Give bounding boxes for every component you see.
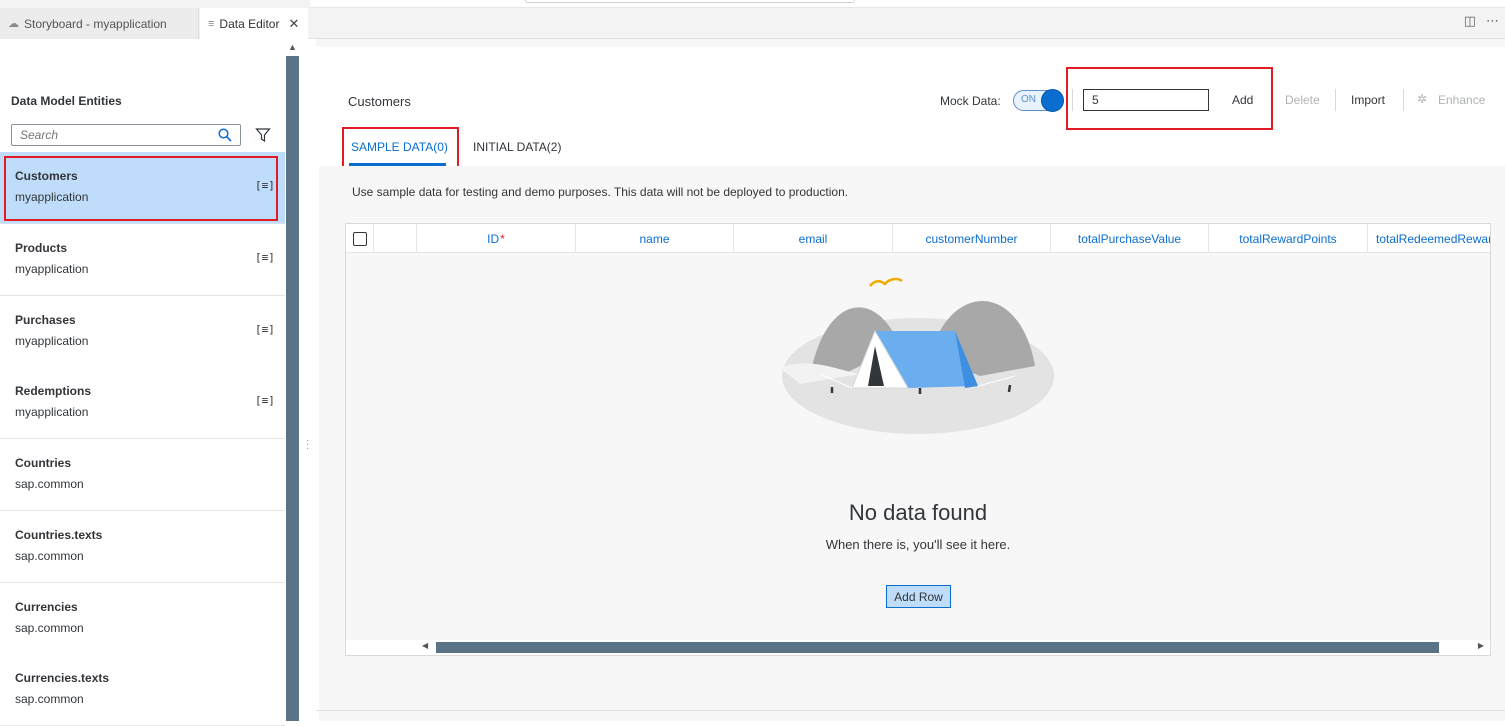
entity-name: Currencies.texts <box>15 671 110 685</box>
entity-title: Customers <box>348 94 411 109</box>
entity-item-countries[interactable]: Countries sap.common <box>0 439 285 511</box>
grid-horizontal-scrollbar[interactable]: ◀ ▶ <box>346 640 1490 655</box>
import-button[interactable]: Import <box>1351 93 1385 107</box>
column-label: totalRedeemedRewar <box>1376 231 1490 246</box>
toggle-state-text: ON <box>1021 94 1036 105</box>
add-row-button[interactable]: Add Row <box>886 585 951 608</box>
column-label: customerNumber <box>925 231 1018 246</box>
pane-splitter[interactable]: · · · <box>299 39 316 721</box>
entity-item-purchases[interactable]: Purchases myapplication [≡] <box>0 296 285 368</box>
entity-name: Countries.texts <box>15 528 103 542</box>
entity-name: Currencies <box>15 600 78 614</box>
scroll-up-arrow-icon[interactable]: ▲ <box>288 42 297 52</box>
separator <box>1403 89 1404 111</box>
data-editor-main: Customers Mock Data: ON 5 Add Delete Imp… <box>316 39 1505 721</box>
entity-namespace: sap.common <box>15 549 84 563</box>
highlight-box-customers <box>4 156 278 221</box>
column-label: totalRewardPoints <box>1239 231 1337 246</box>
sidebar-scrollbar[interactable]: ▲ <box>285 39 299 721</box>
entity-item-countries-texts[interactable]: Countries.texts sap.common <box>0 511 285 583</box>
entity-name: Products <box>15 241 68 255</box>
entity-namespace: sap.common <box>15 477 84 491</box>
command-box[interactable] <box>525 0 855 3</box>
bottom-divider <box>316 710 1505 711</box>
column-header-name[interactable]: name <box>576 224 734 252</box>
tab-storyboard[interactable]: ☁ Storyboard - myapplication <box>0 8 199 39</box>
select-all-checkbox[interactable] <box>352 231 367 246</box>
entity-namespace: myapplication <box>15 334 89 348</box>
top-gap <box>316 39 1505 47</box>
enhance-button[interactable]: Enhance <box>1438 93 1485 107</box>
mock-data-label: Mock Data: <box>940 94 1001 108</box>
column-header-total-purchase-value[interactable]: totalPurchaseValue <box>1051 224 1209 252</box>
sidebar-title: Data Model Entities <box>11 94 122 108</box>
grid-header: ID * name email customerNumber totalPurch… <box>346 224 1490 253</box>
entity-namespace: myapplication <box>15 262 89 276</box>
data-tabs: SAMPLE DATA(0) INITIAL DATA(2) <box>316 135 1505 165</box>
sample-data-panel: Use sample data for testing and demo pur… <box>319 166 1505 721</box>
column-header-email[interactable]: email <box>734 224 893 252</box>
split-editor-icon[interactable]: ◫ <box>1464 13 1476 29</box>
data-grid: ID * name email customerNumber totalPurch… <box>345 223 1491 656</box>
search-input[interactable] <box>12 125 212 145</box>
entity-list-icon[interactable]: [≡] <box>255 394 275 407</box>
empty-state-title: No data found <box>848 500 988 525</box>
entity-namespace: sap.common <box>15 692 84 706</box>
highlight-box-add <box>1066 67 1273 130</box>
editor-tab-bar: ☁ Storyboard - myapplication ≡ Data Edit… <box>0 0 1505 39</box>
column-label: name <box>639 231 670 246</box>
tab-label: Data Editor <box>219 16 280 31</box>
magic-wand-icon: ✲ <box>1417 92 1428 106</box>
scroll-right-arrow-icon[interactable]: ▶ <box>1478 641 1484 650</box>
entity-list-icon[interactable]: [≡] <box>255 251 275 264</box>
empty-state-illustration <box>780 277 1054 434</box>
entity-item-redemptions[interactable]: Redemptions myapplication [≡] <box>0 367 285 439</box>
close-icon[interactable]: ✕ <box>288 16 299 32</box>
column-header-total-reward-points[interactable]: totalRewardPoints <box>1209 224 1368 252</box>
scroll-thumb[interactable] <box>286 56 299 721</box>
search-icon[interactable] <box>218 128 232 142</box>
info-text: Use sample data for testing and demo pur… <box>352 185 849 199</box>
column-label: totalPurchaseValue <box>1077 231 1182 246</box>
tab-initial-data[interactable]: INITIAL DATA(2) <box>473 140 561 154</box>
tab-data-editor[interactable]: ≡ Data Editor ✕ <box>200 8 308 39</box>
header-spacer <box>374 224 417 252</box>
tab-label: Storyboard - myapplication <box>24 16 167 31</box>
select-all-cell <box>346 224 374 252</box>
mock-data-toggle[interactable]: ON <box>1013 89 1064 112</box>
filter-icon[interactable] <box>255 127 271 143</box>
required-marker: * <box>500 231 505 246</box>
entity-namespace: myapplication <box>15 405 89 419</box>
cloud-icon: ☁ <box>8 18 19 30</box>
drag-handle-icon[interactable]: · · · <box>306 436 309 454</box>
entity-sidebar: Data Model Entities Customers myapplicat… <box>0 39 285 726</box>
entity-item-currencies[interactable]: Currencies sap.common <box>0 583 285 655</box>
more-icon[interactable]: ⋯ <box>1486 13 1499 29</box>
entity-namespace: sap.common <box>15 621 84 635</box>
empty-state-subtitle: When there is, you'll see it here. <box>825 537 1011 552</box>
entity-item-products[interactable]: Products myapplication [≡] <box>0 224 285 296</box>
entity-name: Purchases <box>15 313 76 327</box>
separator <box>1335 89 1336 111</box>
column-header-customer-number[interactable]: customerNumber <box>893 224 1051 252</box>
column-label: email <box>798 231 828 246</box>
top-strip <box>310 0 1505 8</box>
entity-list-icon[interactable]: [≡] <box>255 323 275 336</box>
column-header-total-redeemed-rewards[interactable]: totalRedeemedRewar <box>1368 224 1490 252</box>
entity-name: Countries <box>15 456 72 470</box>
editor-actions: ◫ ⋯ <box>1464 13 1499 29</box>
column-header-id[interactable]: ID * <box>417 224 576 252</box>
entity-name: Redemptions <box>15 384 92 398</box>
column-label: ID <box>487 231 500 246</box>
toggle-knob <box>1041 89 1064 112</box>
doc-lines-icon: ≡ <box>208 17 215 30</box>
scroll-thumb[interactable] <box>436 642 1439 653</box>
delete-button[interactable]: Delete <box>1285 93 1320 107</box>
entity-item-currencies-texts[interactable]: Currencies.texts sap.common <box>0 654 285 726</box>
search-box[interactable] <box>11 124 241 146</box>
scroll-left-arrow-icon[interactable]: ◀ <box>422 641 428 650</box>
